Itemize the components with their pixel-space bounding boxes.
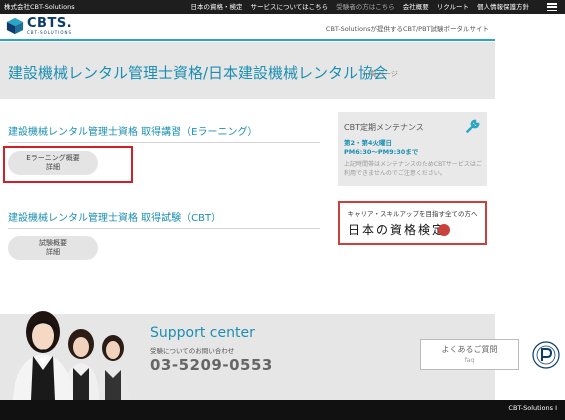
page-subtitle: 一覧ページ — [363, 70, 398, 78]
maintenance-time: PM6:30〜PM9:30まで — [344, 148, 419, 156]
page-title: 建設機械レンタル管理士資格/日本建設機械レンタル協会 — [8, 64, 389, 82]
kentei-banner[interactable]: キャリア・スキルアップを目指す全ての方へ 日本の資格検定 — [338, 201, 487, 245]
kentei-banner-logo: 日本の資格検定 — [348, 223, 447, 237]
cbt-section-title: 建設機械レンタル管理士資格 取得試験（CBT） — [8, 213, 222, 224]
nav-item-services[interactable]: サービスについてはこちら — [251, 0, 329, 14]
nav-item-privacy[interactable]: 個人情報保護方針 — [477, 0, 529, 14]
wrench-icon — [466, 119, 480, 133]
privacymark-logo-icon[interactable] — [531, 340, 561, 370]
maintenance-box[interactable]: CBT定期メンテナンス 第2・第4火曜日 PM6:30〜PM9:30まで 上記時… — [338, 112, 487, 186]
copyright-text: CBT-Solutions I — [508, 404, 557, 412]
cbt-detail-button[interactable]: 試験概要 詳細 — [8, 236, 98, 260]
mountain-mark-icon — [438, 224, 450, 236]
right-margin — [495, 14, 565, 314]
site-header: CBTS. CBT-SOLUTIONS CBT-Solutionsが提供するCB… — [0, 14, 495, 40]
logo-text: CBTS. — [27, 16, 73, 31]
hamburger-menu-icon[interactable] — [547, 3, 557, 12]
title-band: 建設機械レンタル管理士資格/日本建設機械レンタル協会 一覧ページ — [0, 42, 495, 99]
bottom-bar: CBT-Solutions I — [0, 400, 565, 420]
maintenance-title: CBT定期メンテナンス — [344, 123, 424, 132]
faq-button[interactable]: よくあるご質問 faq — [420, 339, 519, 370]
logo-subtext: CBT-SOLUTIONS — [27, 30, 73, 35]
top-bar: 株式会社CBT-Solutions 日本の資格・検定 サービスについてはこちら … — [0, 0, 565, 14]
kentei-banner-caption: キャリア・スキルアップを目指す全ての方へ — [347, 210, 478, 218]
support-staff-image — [13, 311, 129, 400]
highlight-box — [3, 146, 133, 183]
company-name: 株式会社CBT-Solutions — [4, 3, 75, 11]
nav-item-examinees[interactable]: 受験者の方はこちら — [336, 0, 395, 14]
faq-label: よくあるご質問 — [441, 345, 498, 354]
section-divider — [8, 142, 320, 143]
top-nav: 日本の資格・検定 サービスについてはこちら 受験者の方はこちら 会社概要 リクル… — [191, 0, 530, 14]
support-center-title: Support center — [150, 325, 255, 341]
elearning-section-title: 建設機械レンタル管理士資格 取得講習（Eラーニング） — [8, 127, 258, 138]
faq-label-en: faq — [464, 357, 475, 364]
nav-item-recruit[interactable]: リクルート — [437, 0, 469, 14]
maintenance-day: 第2・第4火曜日 — [344, 139, 393, 147]
cbt-button-line2: 詳細 — [46, 248, 60, 256]
maintenance-schedule: 第2・第4火曜日 PM6:30〜PM9:30まで — [344, 139, 418, 157]
cube-logo-icon — [6, 17, 24, 35]
nav-item-qualifications[interactable]: 日本の資格・検定 — [191, 0, 243, 14]
nav-item-company[interactable]: 会社概要 — [403, 0, 429, 14]
header-divider — [0, 39, 495, 41]
support-center-subtitle: 受験についてのお問い合わせ — [150, 347, 235, 355]
site-logo[interactable]: CBTS. CBT-SOLUTIONS — [6, 17, 72, 35]
support-phone-number[interactable]: 03-5209-0553 — [150, 356, 273, 374]
section-divider — [8, 228, 320, 229]
maintenance-note: 上記時間帯はメンテナンスのためCBTサービスはご利用できませんのでご注意ください… — [344, 161, 482, 177]
cbt-button-line1: 試験概要 — [39, 239, 67, 247]
site-tagline: CBT-Solutionsが提供するCBT/PBT試験ポータルサイト — [325, 25, 489, 33]
